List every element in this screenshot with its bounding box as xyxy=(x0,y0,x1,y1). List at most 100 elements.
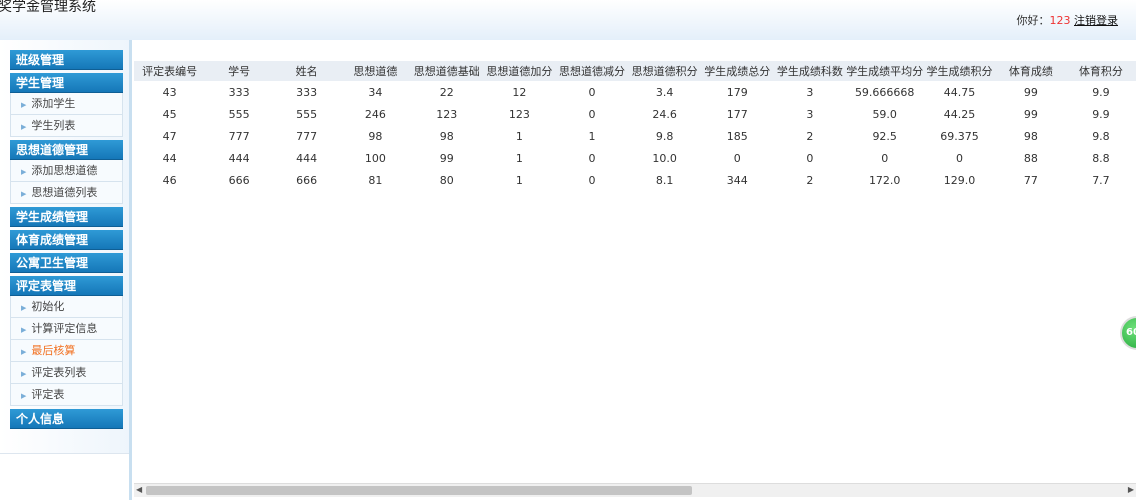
table-cell: 3.4 xyxy=(655,85,674,99)
table-cell: 246 xyxy=(364,107,386,121)
table-cell: 9.8 xyxy=(655,129,674,143)
sidebar-item[interactable]: ▶ 初始化 xyxy=(10,296,123,318)
sidebar-group[interactable]: 学生成绩管理 xyxy=(10,207,123,227)
table-cell: 99 xyxy=(1023,85,1038,99)
chevron-right-icon: ▶ xyxy=(21,370,27,378)
sidebar-item[interactable]: ▶ 学生列表 xyxy=(10,115,123,137)
user-info: 你好：123 注销登录 xyxy=(1017,12,1119,28)
table-cell: 2 xyxy=(806,129,814,143)
column-header[interactable]: 体育成绩 xyxy=(995,61,1066,81)
main-content: 评定表编号 学号 姓名 思想道德 思想道德基础 思想道德加分 思想道德减分 思想道德积分 学生成… xyxy=(134,40,1136,484)
table-cell: 9.9 xyxy=(1092,85,1110,99)
logout-link[interactable]: 注销登录 xyxy=(1074,14,1118,27)
table-cell: 10.0 xyxy=(652,151,677,165)
sidebar-item[interactable]: ▶ 评定表列表 xyxy=(10,362,123,384)
table-cell: 344 xyxy=(726,173,748,187)
column-header[interactable]: 思想道德加分 xyxy=(483,61,556,81)
table-cell: 22 xyxy=(439,85,454,99)
table-cell: 88 xyxy=(1023,151,1038,165)
table-cell: 7.7 xyxy=(1092,173,1110,187)
table-row: 46 666 666 81 80 1 0 8.1 344 2 172.0 129.0 77 7.7 xyxy=(134,169,1136,191)
table-cell: 44.25 xyxy=(943,107,976,121)
sidebar-item[interactable]: ▶ 添加思想道德 xyxy=(10,160,123,182)
table-cell: 177 xyxy=(726,107,748,121)
chevron-right-icon: ▶ xyxy=(21,304,27,312)
column-header[interactable]: 学生成绩平均分 xyxy=(846,61,924,81)
column-header[interactable]: 思想道德减分 xyxy=(555,61,629,81)
table-cell: 59.666668 xyxy=(854,85,915,99)
table-cell: 99 xyxy=(439,151,454,165)
table-cell: 46 xyxy=(162,173,177,187)
table-cell: 80 xyxy=(439,173,454,187)
table-cell: 47 xyxy=(162,129,177,143)
table-header-row: 评定表编号 学号 姓名 思想道德 思想道德基础 思想道德加分 思想道德减分 思想道德积分 学生成… xyxy=(134,61,1136,81)
sidebar-item-label: 计算评定信息 xyxy=(31,322,98,335)
sidebar-group[interactable]: 班级管理 xyxy=(10,50,123,70)
column-header[interactable]: 学号 xyxy=(205,61,273,81)
column-header[interactable]: 体育积分 xyxy=(1065,61,1136,81)
sidebar-group[interactable]: 学生管理 xyxy=(10,73,123,93)
table-cell: 777 xyxy=(296,129,318,143)
table-row: 45 555 555 246 123 123 0 24.6 177 3 59.0 44.25 99 9.9 xyxy=(134,103,1136,125)
sidebar-item-label: 添加学生 xyxy=(31,97,76,110)
column-header[interactable]: 姓名 xyxy=(272,61,341,81)
username: 123 xyxy=(1049,14,1071,27)
sidebar-item-label: 思想道德列表 xyxy=(31,186,98,199)
chevron-right-icon: ▶ xyxy=(21,123,27,131)
sidebar-item[interactable]: ▶ 最后核算 xyxy=(10,340,123,362)
table-cell: 100 xyxy=(364,151,386,165)
sidebar-item[interactable]: ▶ 计算评定信息 xyxy=(10,318,123,340)
app-title: 奖学金管理系统 xyxy=(0,0,96,15)
column-header[interactable]: 思想道德积分 xyxy=(628,61,701,81)
table-row: 43 333 333 34 22 12 0 3.4 179 3 59.666668 44.75 99 9.… xyxy=(134,81,1136,103)
header: 奖学金管理系统 你好：123 注销登录 xyxy=(0,0,1136,40)
sidebar-item[interactable]: ▶ 添加学生 xyxy=(10,93,123,115)
chevron-right-icon: ▶ xyxy=(21,190,27,198)
table-cell: 0 xyxy=(588,173,596,187)
sidebar-group[interactable]: 体育成绩管理 xyxy=(10,230,123,250)
evaluation-table: 评定表编号 学号 姓名 思想道德 思想道德基础 思想道德加分 思想道德减分 思想道德积分 学生成… xyxy=(134,61,1136,191)
table-cell: 12 xyxy=(512,85,527,99)
sidebar-group[interactable]: 思想道德管理 xyxy=(10,140,123,160)
table-cell: 98 xyxy=(439,129,454,143)
table-cell: 0 xyxy=(806,151,814,165)
table-cell: 0 xyxy=(956,151,963,165)
table-cell: 1 xyxy=(588,129,596,143)
horizontal-scrollbar[interactable]: ◀ ▶ xyxy=(134,483,1136,497)
sidebar-group[interactable]: 评定表管理 xyxy=(10,276,123,296)
table-cell: 444 xyxy=(296,151,318,165)
table-cell: 666 xyxy=(296,173,318,187)
table-cell: 123 xyxy=(508,107,530,121)
scroll-left-icon[interactable]: ◀ xyxy=(136,485,142,494)
sidebar-group[interactable]: 公寓卫生管理 xyxy=(10,253,123,273)
column-header[interactable]: 思想道德 xyxy=(340,61,411,81)
table-cell: 123 xyxy=(436,107,458,121)
table-cell: 1 xyxy=(515,151,523,165)
sidebar-menu: 班级管理学生管理 ▶ 添加学生 ▶ 学生列表思想道德管理 ▶ 添加思想道德 ▶ 思想道德列表学生… xyxy=(10,50,123,432)
chevron-right-icon: ▶ xyxy=(21,392,27,400)
column-header[interactable]: 评定表编号 xyxy=(134,61,206,81)
table-row: 44 444 444 100 99 1 0 10.0 0 0 0 0 88 8.8 xyxy=(134,147,1136,169)
table-cell: 2 xyxy=(806,173,814,187)
column-header[interactable]: 学生成绩总分 xyxy=(700,61,774,81)
table-cell: 99 xyxy=(1023,107,1038,121)
sidebar-item-label: 评定表 xyxy=(31,388,65,401)
sidebar-item[interactable]: ▶ 评定表 xyxy=(10,384,123,406)
table-cell: 179 xyxy=(726,85,748,99)
table-cell: 77 xyxy=(1023,173,1038,187)
scroll-right-icon[interactable]: ▶ xyxy=(1128,485,1134,494)
sidebar-item-label: 最后核算 xyxy=(31,344,76,357)
table-cell: 45 xyxy=(162,107,177,121)
table-cell: 333 xyxy=(228,85,250,99)
table-cell: 0 xyxy=(881,151,889,165)
table-cell: 8.8 xyxy=(1092,151,1110,165)
sidebar-group[interactable]: 个人信息 xyxy=(10,409,123,429)
column-header[interactable]: 思想道德基础 xyxy=(410,61,484,81)
scrollbar-thumb[interactable] xyxy=(146,486,692,495)
sidebar-item[interactable]: ▶ 思想道德列表 xyxy=(10,182,123,204)
column-header[interactable]: 学生成绩科数 xyxy=(773,61,847,81)
chevron-right-icon: ▶ xyxy=(21,101,27,109)
column-header[interactable]: 学生成绩积分 xyxy=(923,61,996,81)
table-cell: 59.0 xyxy=(872,107,897,121)
table-cell: 44.75 xyxy=(943,85,976,99)
